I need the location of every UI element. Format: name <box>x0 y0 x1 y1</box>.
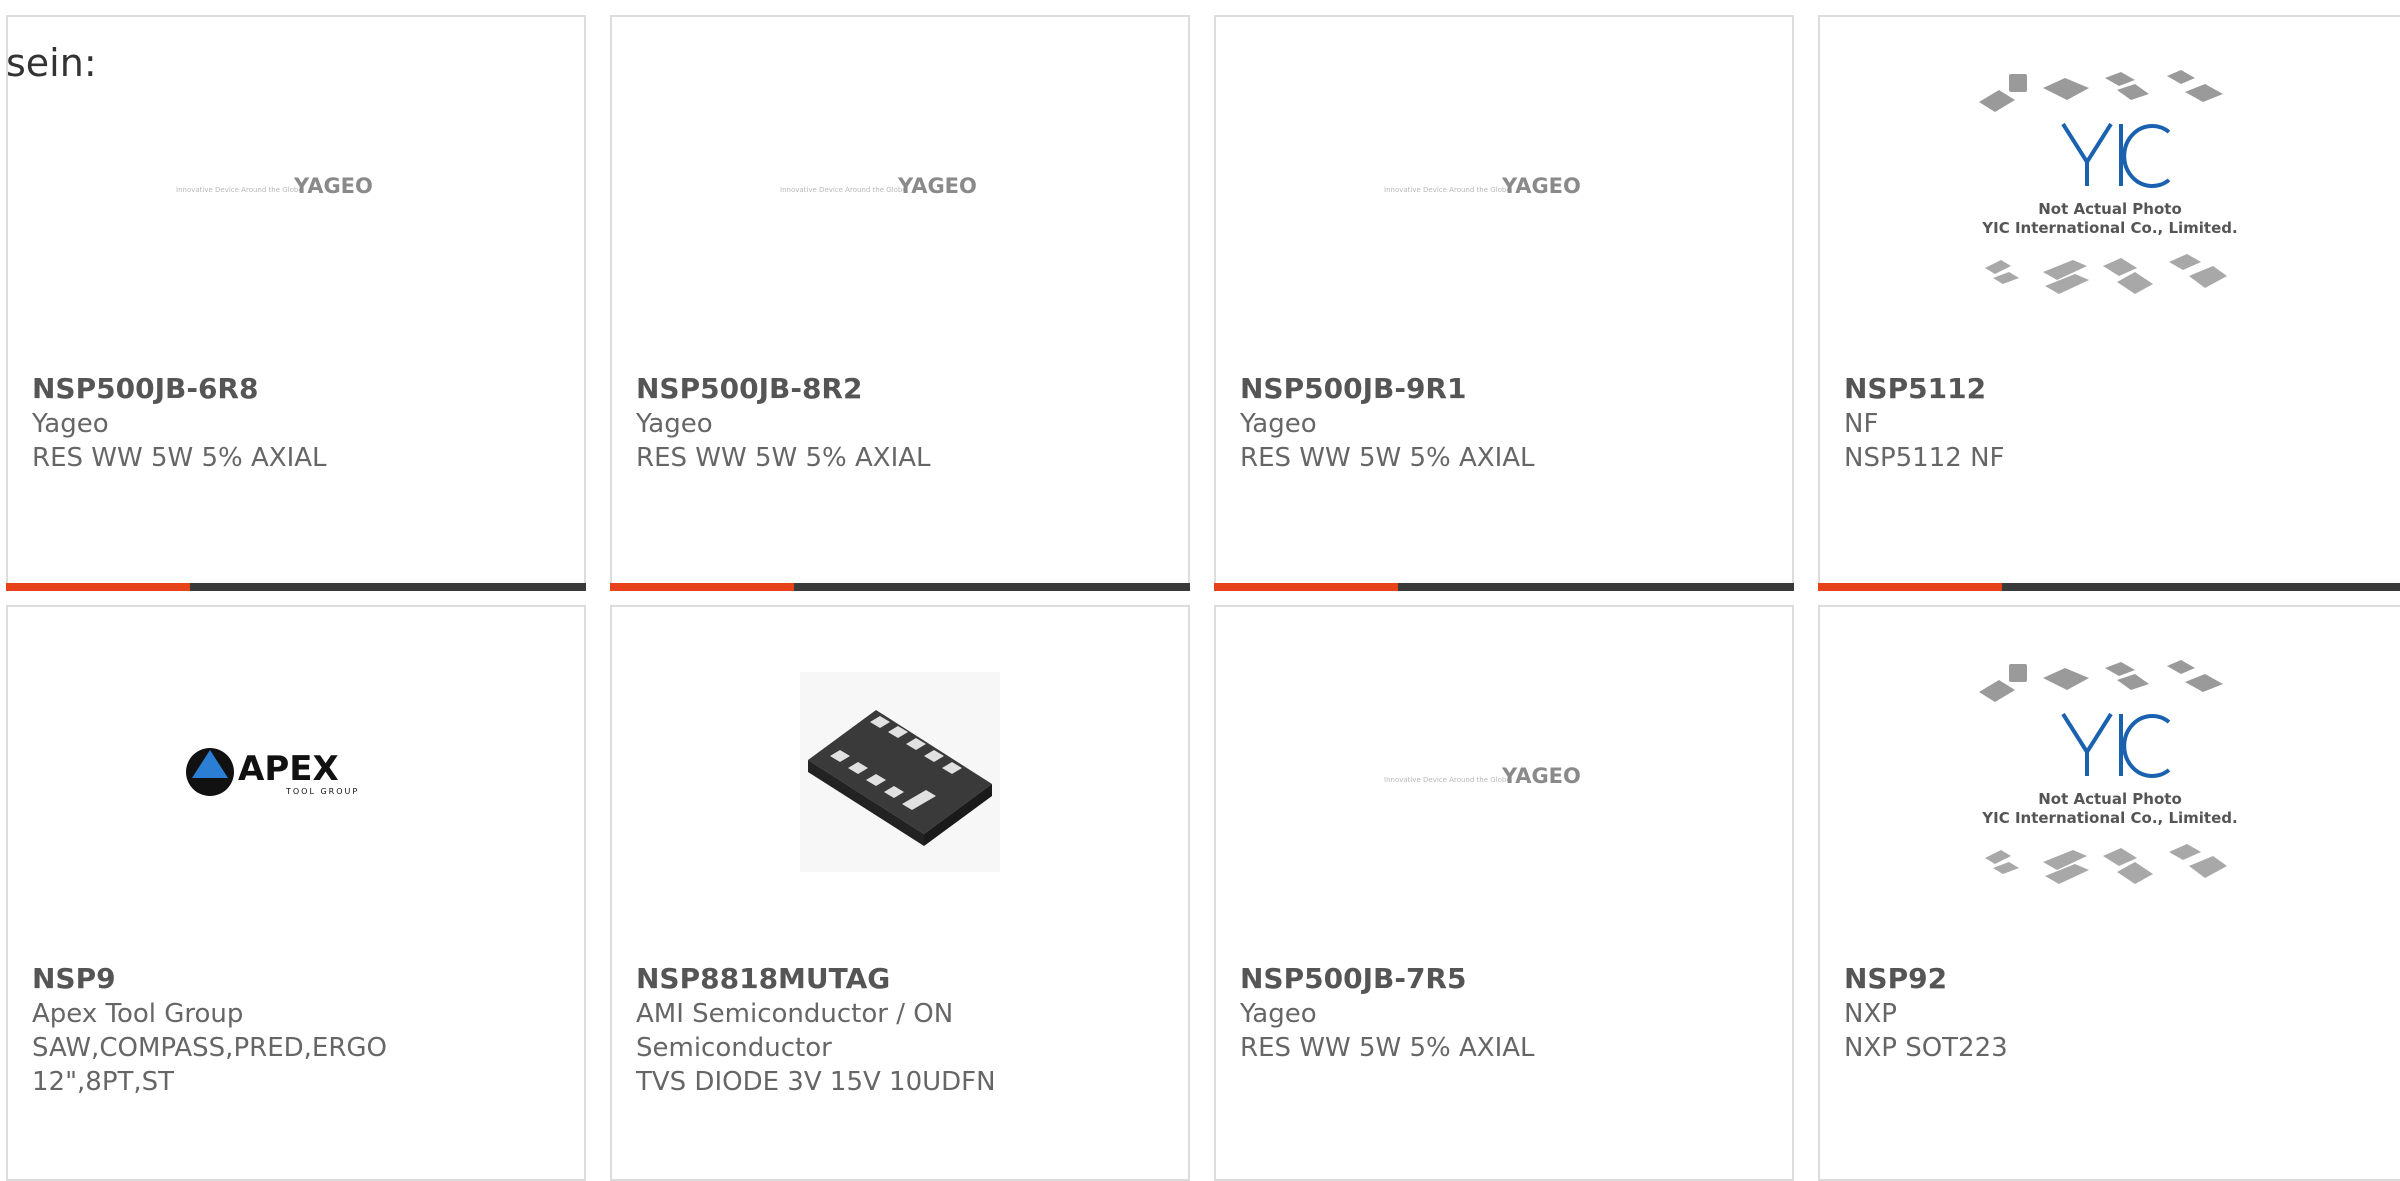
svg-text:TOOL GROUP: TOOL GROUP <box>285 787 359 796</box>
svg-text:YAGEO: YAGEO <box>1501 764 1581 788</box>
product-card[interactable]: Innovative Device Around the Globe YAGEO… <box>610 15 1190 591</box>
manufacturer: NXP <box>1844 999 1897 1029</box>
part-number[interactable]: NSP500JB-9R1 <box>1240 372 1466 406</box>
manufacturer: Yageo <box>1240 999 1317 1029</box>
svg-text:YIC International Co., Limited: YIC International Co., Limited. <box>1981 809 2237 827</box>
product-image[interactable]: APEX TOOL GROUP <box>8 657 584 887</box>
yageo-logo-icon: Innovative Device Around the Globe YAGEO <box>1384 174 1581 198</box>
svg-text:APEX: APEX <box>238 749 339 789</box>
part-number[interactable]: NSP9 <box>32 962 116 996</box>
description: RES WW 5W 5% AXIAL <box>1240 1033 1535 1063</box>
description: NXP SOT223 <box>1844 1033 2008 1063</box>
svg-text:YAGEO: YAGEO <box>293 174 373 198</box>
apex-logo-icon: APEX TOOL GROUP <box>186 748 359 796</box>
product-card[interactable]: Innovative Device Around the Globe YAGEO… <box>1214 605 1794 1181</box>
manufacturer: Apex Tool Group <box>32 999 244 1029</box>
manufacturer: NF <box>1844 409 1879 439</box>
product-card[interactable]: Not Actual Photo YIC International Co., … <box>1818 605 2400 1181</box>
product-card[interactable]: APEX TOOL GROUP NSP9 Apex Tool Group SAW… <box>6 605 586 1181</box>
product-card[interactable]: Not Actual Photo YIC International Co., … <box>1818 15 2400 591</box>
product-card[interactable]: Innovative Device Around the Globe YAGEO… <box>6 15 586 591</box>
product-image[interactable]: Innovative Device Around the Globe YAGEO <box>8 67 584 297</box>
part-number[interactable]: NSP500JB-7R5 <box>1240 962 1466 996</box>
svg-text:Innovative Device Around the G: Innovative Device Around the Globe <box>1384 186 1511 194</box>
card-accent-bar <box>1214 583 1794 591</box>
description: SAW,COMPASS,PRED,ERGO 12",8PT,ST <box>32 1033 388 1097</box>
product-image[interactable]: Innovative Device Around the Globe YAGEO <box>1216 67 1792 297</box>
description: RES WW 5W 5% AXIAL <box>32 443 327 473</box>
chip-photo-icon <box>800 672 1000 872</box>
manufacturer: AMI Semiconductor / ON Semiconductor <box>636 999 954 1063</box>
manufacturer: Yageo <box>636 409 713 439</box>
yageo-logo-icon: Innovative Device Around the Globe YAGEO <box>1384 764 1581 788</box>
product-image[interactable] <box>612 657 1188 887</box>
svg-text:YIC International Co., Limited: YIC International Co., Limited. <box>1981 219 2237 237</box>
svg-text:YAGEO: YAGEO <box>1501 174 1581 198</box>
card-accent-bar <box>610 583 1190 591</box>
yageo-logo-icon: Innovative Device Around the Globe YAGEO <box>780 174 977 198</box>
card-accent-bar <box>1818 583 2400 591</box>
product-image[interactable]: Not Actual Photo YIC International Co., … <box>1820 67 2400 297</box>
yageo-logo-icon: Innovative Device Around the Globe YAGEO <box>176 174 373 198</box>
yic-placeholder-icon: Not Actual Photo YIC International Co., … <box>1979 70 2238 294</box>
description: RES WW 5W 5% AXIAL <box>1240 443 1535 473</box>
product-card[interactable]: NSP8818MUTAG AMI Semiconductor / ON Semi… <box>610 605 1190 1181</box>
yic-placeholder-icon: Not Actual Photo YIC International Co., … <box>1979 660 2238 884</box>
product-image[interactable]: Not Actual Photo YIC International Co., … <box>1820 657 2400 887</box>
svg-text:Innovative Device Around the G: Innovative Device Around the Globe <box>1384 776 1511 784</box>
description: RES WW 5W 5% AXIAL <box>636 443 931 473</box>
product-image[interactable]: Innovative Device Around the Globe YAGEO <box>1216 657 1792 887</box>
svg-text:Not Actual Photo: Not Actual Photo <box>2038 200 2182 218</box>
card-accent-bar <box>6 583 586 591</box>
part-number[interactable]: NSP500JB-8R2 <box>636 372 862 406</box>
svg-text:Innovative Device Around the G: Innovative Device Around the Globe <box>176 186 303 194</box>
description: NSP5112 NF <box>1844 443 2005 473</box>
svg-text:YAGEO: YAGEO <box>897 174 977 198</box>
product-card[interactable]: Innovative Device Around the Globe YAGEO… <box>1214 15 1794 591</box>
svg-text:Not Actual Photo: Not Actual Photo <box>2038 790 2182 808</box>
part-number[interactable]: NSP92 <box>1844 962 1947 996</box>
intro-text: sein: <box>6 41 97 85</box>
manufacturer: Yageo <box>1240 409 1317 439</box>
product-image[interactable]: Innovative Device Around the Globe YAGEO <box>612 67 1188 297</box>
description: TVS DIODE 3V 15V 10UDFN <box>636 1067 996 1097</box>
part-number[interactable]: NSP500JB-6R8 <box>32 372 258 406</box>
part-number[interactable]: NSP8818MUTAG <box>636 962 890 996</box>
part-number[interactable]: NSP5112 <box>1844 372 1986 406</box>
svg-text:Innovative Device Around the G: Innovative Device Around the Globe <box>780 186 907 194</box>
manufacturer: Yageo <box>32 409 109 439</box>
